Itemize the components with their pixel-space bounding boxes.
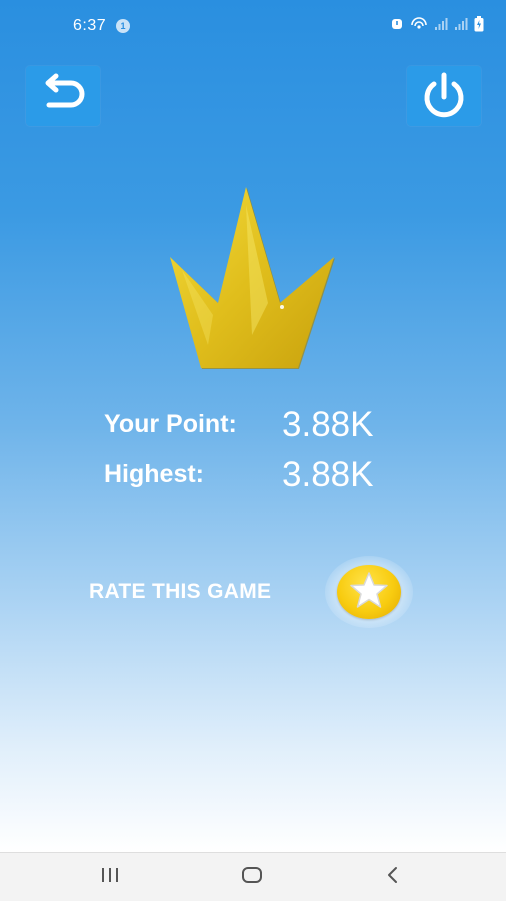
star-icon <box>349 571 389 614</box>
highest-value: 3.88K <box>282 455 374 494</box>
back-button[interactable] <box>378 865 408 889</box>
rate-coin <box>337 565 401 619</box>
battery-icon <box>474 15 484 37</box>
power-button[interactable] <box>407 66 481 126</box>
recents-button[interactable] <box>95 865 125 889</box>
home-icon <box>240 865 264 890</box>
power-icon <box>416 70 472 123</box>
back-icon <box>385 865 401 890</box>
crown-icon <box>168 185 338 375</box>
status-bar: 6:37 1 <box>0 0 506 54</box>
restart-icon <box>37 73 89 120</box>
notification-badge: 1 <box>116 19 130 33</box>
status-time: 6:37 <box>73 17 107 34</box>
signal-icon <box>454 17 468 36</box>
rate-game-label: RATE THIS GAME <box>89 580 272 603</box>
highest-label: Highest: <box>104 460 204 488</box>
game-over-screen: 6:37 1 Your Point: 3.88K Highest: 3.88K … <box>0 0 506 852</box>
status-icons <box>390 15 484 37</box>
alarm-icon <box>390 17 404 36</box>
your-point-value: 3.88K <box>282 405 374 444</box>
your-point-label: Your Point: <box>104 410 237 438</box>
home-button[interactable] <box>237 865 267 889</box>
navigation-bar <box>0 852 506 901</box>
hotspot-icon <box>410 16 428 36</box>
recents-icon <box>99 866 121 889</box>
signal-icon <box>434 17 448 36</box>
restart-button[interactable] <box>26 66 100 126</box>
rate-game-button[interactable] <box>325 556 413 628</box>
